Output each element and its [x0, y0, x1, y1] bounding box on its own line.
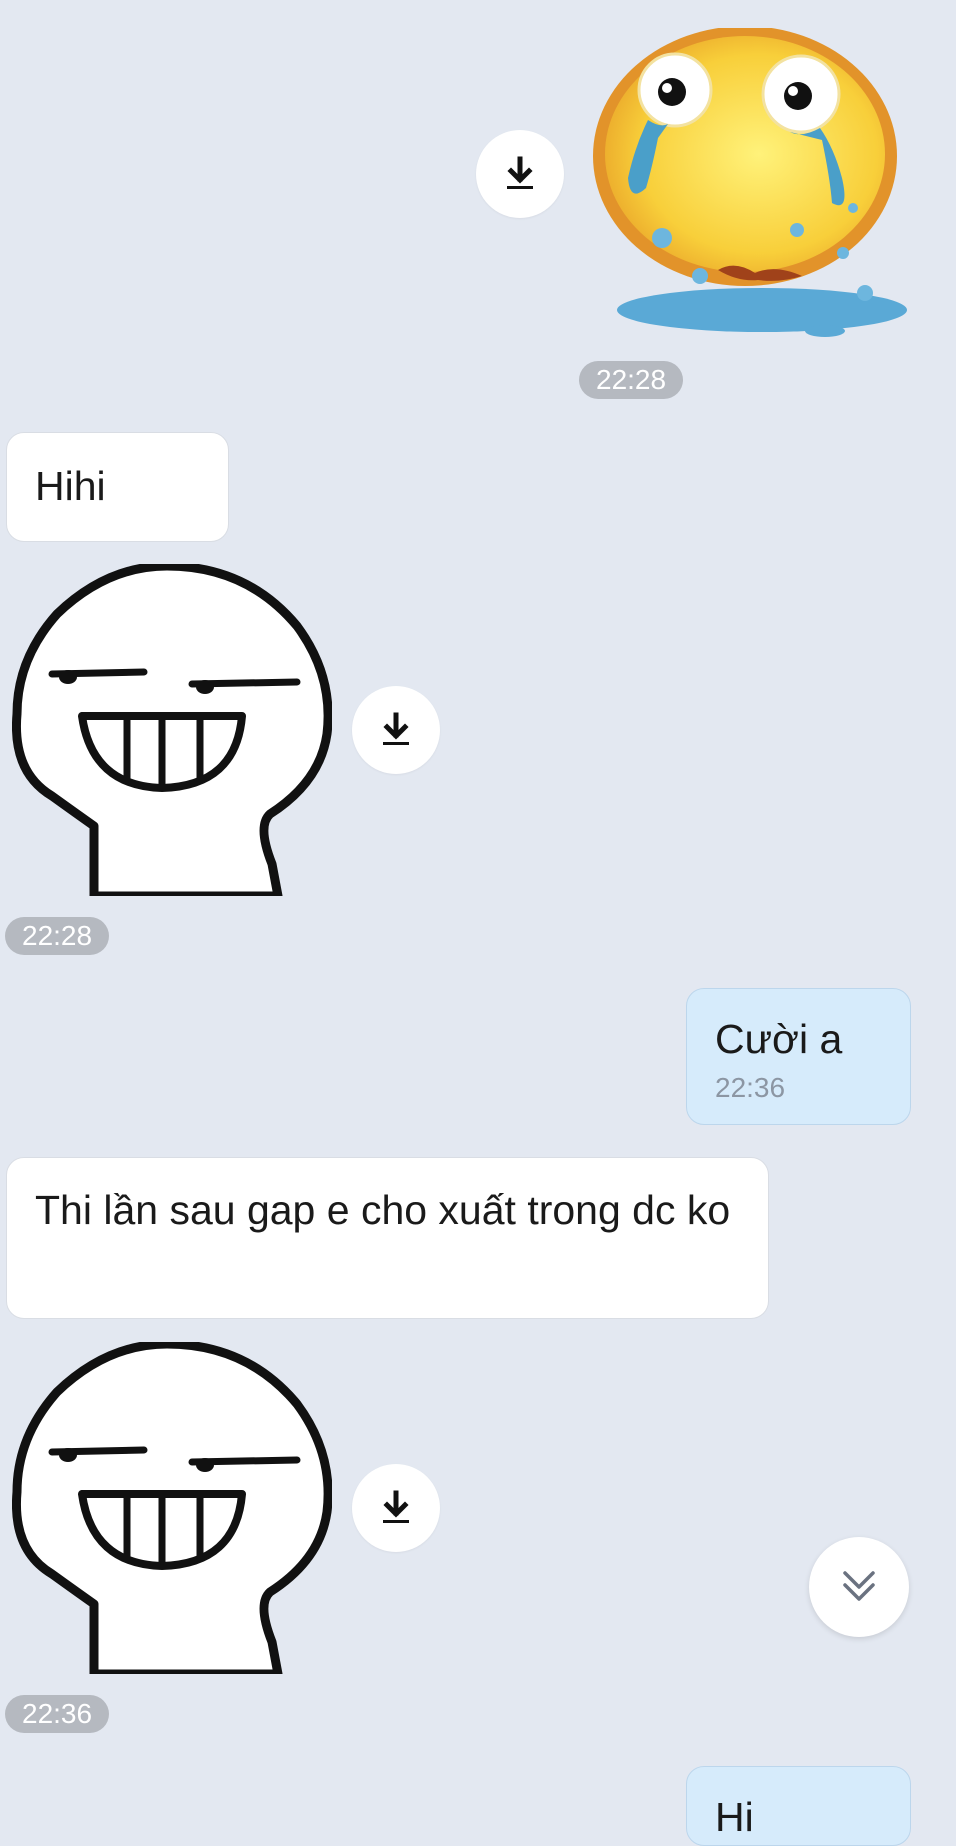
scroll-to-bottom-button[interactable] — [809, 1537, 909, 1637]
download-sticker-button[interactable] — [352, 1464, 440, 1552]
download-sticker-button[interactable] — [476, 130, 564, 218]
grinning-stickman-sticker[interactable] — [12, 564, 332, 896]
message-text: Thi lần sau gap e cho xuất trong dc ko — [35, 1187, 731, 1233]
message-time: 22:28 — [579, 361, 684, 399]
download-sticker-button[interactable] — [352, 686, 440, 774]
message-time: 22:36 — [5, 1695, 110, 1733]
incoming-message-bubble[interactable]: Thi lần sau gap e cho xuất trong dc ko — [6, 1157, 769, 1319]
download-icon — [383, 712, 409, 745]
double-chevron-down-icon — [843, 1571, 875, 1601]
download-icon — [507, 156, 533, 189]
message-time: 22:28 — [5, 917, 110, 955]
outgoing-message-bubble[interactable]: Hi — [686, 1766, 911, 1846]
message-time: 22:36 — [715, 1072, 786, 1103]
incoming-message-bubble[interactable]: Hihi — [6, 432, 229, 542]
message-text: Hihi — [35, 463, 106, 509]
crying-emoji-sticker[interactable] — [590, 28, 915, 343]
grinning-stickman-sticker[interactable] — [12, 1342, 332, 1674]
message-text: Cười a — [715, 1016, 843, 1062]
download-icon — [383, 1490, 409, 1523]
message-text: Hi — [715, 1794, 754, 1840]
outgoing-message-bubble[interactable]: Cười a 22:36 — [686, 988, 911, 1125]
